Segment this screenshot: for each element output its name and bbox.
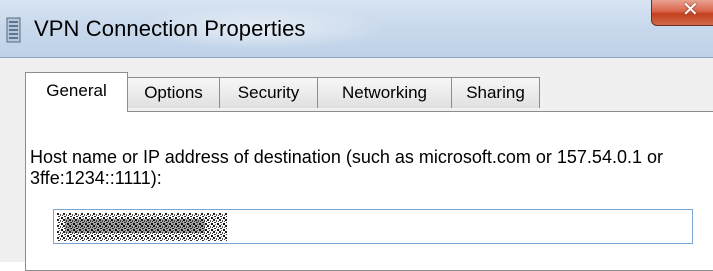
tab-sharing[interactable]: Sharing (451, 77, 540, 108)
tab-networking[interactable]: Networking (317, 77, 452, 108)
close-icon: ✕ (682, 0, 699, 21)
host-name-label: Host name or IP address of destination (… (30, 147, 663, 188)
tab-strip: General Options Security Networking Shar… (0, 58, 713, 112)
window-title: VPN Connection Properties (34, 16, 306, 41)
tab-general[interactable]: General (25, 72, 128, 112)
general-tab-panel (25, 111, 713, 271)
properties-dialog: General Options Security Networking Shar… (0, 58, 713, 271)
title-bar[interactable]: VPN Connection Properties ✕ (0, 0, 713, 58)
vpn-connection-icon[interactable] (6, 17, 22, 43)
tab-options[interactable]: Options (127, 77, 220, 108)
obscured-host-value (57, 213, 227, 241)
tab-security[interactable]: Security (219, 77, 318, 108)
host-name-input[interactable] (53, 209, 693, 244)
close-button[interactable]: ✕ (651, 0, 713, 26)
